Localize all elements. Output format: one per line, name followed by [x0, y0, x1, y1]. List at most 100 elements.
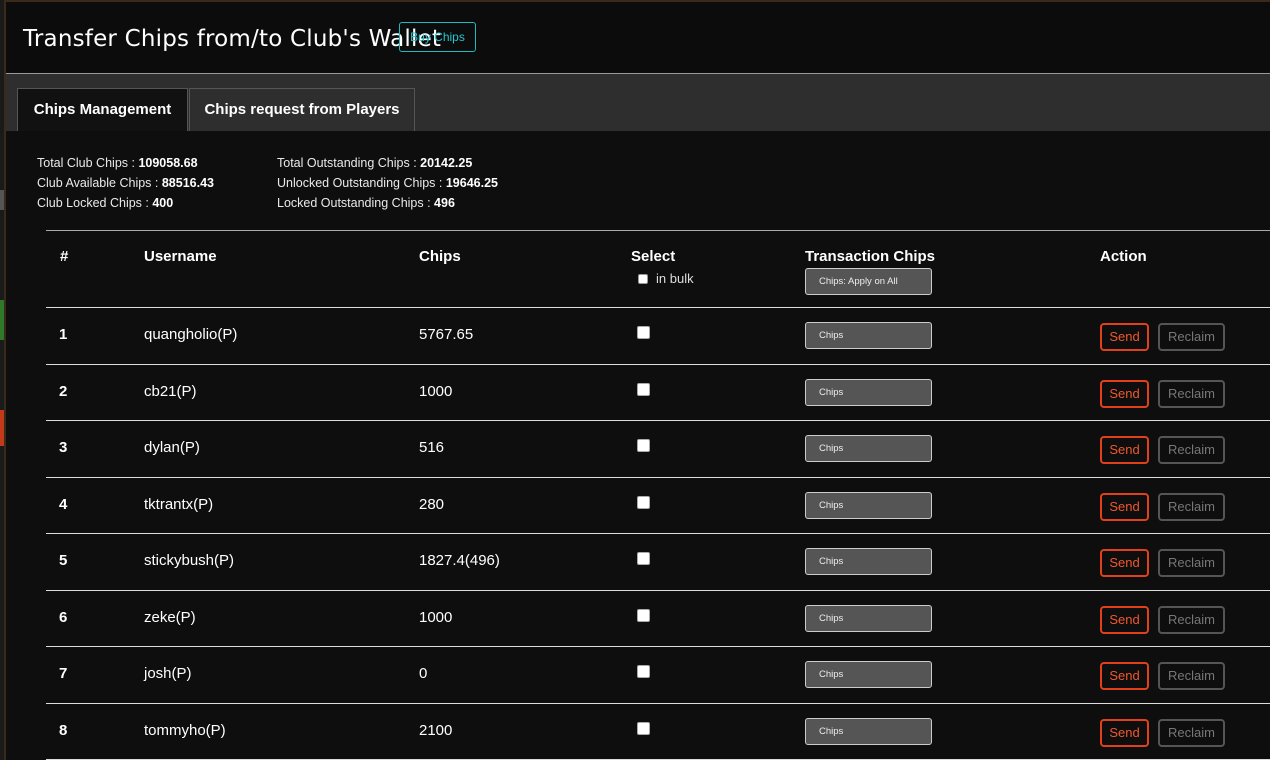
- stat-label: Locked Outstanding Chips :: [277, 196, 435, 210]
- chips-input[interactable]: Chips: [805, 548, 932, 575]
- bulk-label: in bulk: [656, 271, 694, 286]
- tab-chips-request[interactable]: Chips request from Players: [189, 88, 415, 131]
- row-chips: 5767.65: [419, 326, 474, 343]
- bulk-select[interactable]: in bulk: [638, 271, 694, 286]
- send-button[interactable]: Send: [1100, 549, 1149, 577]
- header-select: Select: [631, 248, 676, 265]
- send-button[interactable]: Send: [1100, 718, 1149, 747]
- stat-unlocked-outstanding: Unlocked Outstanding Chips : 19646.25: [277, 173, 498, 193]
- row-select-checkbox[interactable]: [637, 721, 650, 735]
- tab-bar: Chips Management Chips request from Play…: [6, 74, 1270, 131]
- header-num: #: [60, 248, 69, 265]
- reclaim-button[interactable]: Reclaim: [1158, 436, 1225, 464]
- stat-label: Total Club Chips :: [37, 156, 139, 170]
- table-row: 6 zeke(P) 1000 Chips Send Reclaim: [46, 591, 1270, 647]
- table-row: 2 cb21(P) 1000 Chips Send Reclaim: [46, 365, 1270, 421]
- row-number: 5: [59, 552, 68, 569]
- outstanding-stats: Total Outstanding Chips : 20142.25 Unloc…: [277, 153, 498, 213]
- buy-chips-button[interactable]: Buy Chips: [399, 22, 476, 52]
- row-chips: 2100: [419, 721, 453, 739]
- chips-input[interactable]: Chips: [805, 491, 932, 519]
- chips-input[interactable]: Chips: [805, 717, 932, 745]
- row-username: cb21(P): [144, 382, 197, 400]
- table-header: # Username Chips Select in bulk Transact…: [46, 230, 1270, 308]
- row-chips: 516: [419, 439, 445, 456]
- stat-label: Unlocked Outstanding Chips :: [277, 176, 446, 190]
- stat-value: 109058.68: [138, 156, 198, 170]
- table-row: 3 dylan(P) 516 Chips Send Reclaim: [46, 421, 1270, 478]
- stat-value: 496: [434, 196, 455, 210]
- table-row: 5 stickybush(P) 1827.4(496) Chips Send Reclai…: [46, 534, 1270, 591]
- stat-total-outstanding: Total Outstanding Chips : 20142.25: [277, 153, 498, 173]
- table-body: 1 quangholio(P) 5767.65 Chips Send Reclaim 2 cb…: [46, 308, 1270, 760]
- stat-total-club: Total Club Chips : 109058.68: [37, 153, 214, 173]
- chips-input[interactable]: Chips: [805, 435, 932, 462]
- reclaim-button[interactable]: Reclaim: [1158, 549, 1225, 577]
- reclaim-button[interactable]: Reclaim: [1158, 718, 1225, 747]
- row-chips: 1827.4(496): [419, 552, 500, 569]
- header-transaction-chips: Transaction Chips: [805, 248, 936, 265]
- row-username: stickybush(P): [144, 552, 235, 569]
- stat-available: Club Available Chips : 88516.43: [37, 173, 214, 193]
- page-header: Transfer Chips from/to Club's Wallet Buy…: [6, 2, 1270, 74]
- row-username: dylan(P): [144, 439, 200, 456]
- row-select-checkbox[interactable]: [637, 665, 650, 678]
- players-table: # Username Chips Select in bulk Transact…: [46, 230, 1270, 760]
- row-number: 3: [59, 439, 68, 456]
- row-select-checkbox[interactable]: [637, 495, 650, 509]
- row-number: 2: [59, 382, 68, 400]
- table-row: 4 tktrantx(P) 280 Chips Send Reclaim: [46, 478, 1270, 534]
- stat-label: Club Locked Chips :: [37, 196, 153, 210]
- row-number: 6: [59, 608, 68, 626]
- row-username: josh(P): [144, 665, 192, 682]
- row-number: 7: [59, 665, 68, 682]
- tab-content: Total Club Chips : 109058.68 Club Availa…: [6, 131, 1270, 760]
- chips-input[interactable]: Chips: [805, 322, 932, 349]
- reclaim-button[interactable]: Reclaim: [1158, 605, 1225, 634]
- row-chips: 1000: [419, 382, 453, 400]
- apply-all-input[interactable]: Chips: Apply on All: [805, 268, 932, 295]
- stat-value: 19646.25: [445, 176, 498, 190]
- club-stats: Total Club Chips : 109058.68 Club Availa…: [37, 153, 214, 213]
- row-username: quangholio(P): [144, 326, 238, 343]
- row-select-checkbox[interactable]: [637, 326, 650, 339]
- page-title: Transfer Chips from/to Club's Wallet: [23, 26, 442, 52]
- send-button[interactable]: Send: [1100, 662, 1149, 690]
- send-button[interactable]: Send: [1100, 379, 1149, 408]
- main-panel: Transfer Chips from/to Club's Wallet Buy…: [4, 0, 1270, 760]
- reclaim-button[interactable]: Reclaim: [1158, 323, 1225, 351]
- row-number: 1: [59, 326, 68, 343]
- table-row: 7 josh(P) 0 Chips Send Reclaim: [46, 647, 1270, 704]
- row-chips: 1000: [419, 608, 453, 626]
- row-number: 8: [59, 721, 68, 739]
- stat-label: Total Outstanding Chips :: [277, 156, 421, 170]
- stat-value: 400: [152, 196, 174, 210]
- stat-value: 88516.43: [161, 176, 214, 190]
- chips-input[interactable]: Chips: [805, 604, 932, 632]
- send-button[interactable]: Send: [1100, 605, 1149, 634]
- row-chips: 0: [419, 665, 428, 682]
- row-username: tommyho(P): [144, 721, 226, 739]
- table-row: 1 quangholio(P) 5767.65 Chips Send Reclaim: [46, 308, 1270, 365]
- row-number: 4: [59, 495, 68, 513]
- row-select-checkbox[interactable]: [637, 439, 650, 452]
- bulk-checkbox[interactable]: [638, 273, 648, 284]
- tab-chips-management[interactable]: Chips Management: [17, 88, 188, 131]
- stat-value: 20142.25: [420, 156, 473, 170]
- send-button[interactable]: Send: [1100, 436, 1149, 464]
- chips-input[interactable]: Chips: [805, 661, 932, 688]
- row-select-checkbox[interactable]: [637, 552, 650, 565]
- header-action: Action: [1100, 248, 1147, 265]
- row-username: zeke(P): [144, 608, 196, 626]
- send-button[interactable]: Send: [1100, 323, 1149, 351]
- table-row: 8 tommyho(P) 2100 Chips Send Reclaim: [46, 704, 1270, 760]
- stat-label: Club Available Chips :: [37, 176, 162, 190]
- chips-input[interactable]: Chips: [805, 378, 932, 406]
- reclaim-button[interactable]: Reclaim: [1158, 379, 1225, 408]
- reclaim-button[interactable]: Reclaim: [1158, 662, 1225, 690]
- row-select-checkbox[interactable]: [637, 608, 650, 622]
- send-button[interactable]: Send: [1100, 492, 1149, 521]
- row-username: tktrantx(P): [144, 495, 214, 513]
- row-select-checkbox[interactable]: [637, 382, 650, 396]
- reclaim-button[interactable]: Reclaim: [1158, 492, 1225, 521]
